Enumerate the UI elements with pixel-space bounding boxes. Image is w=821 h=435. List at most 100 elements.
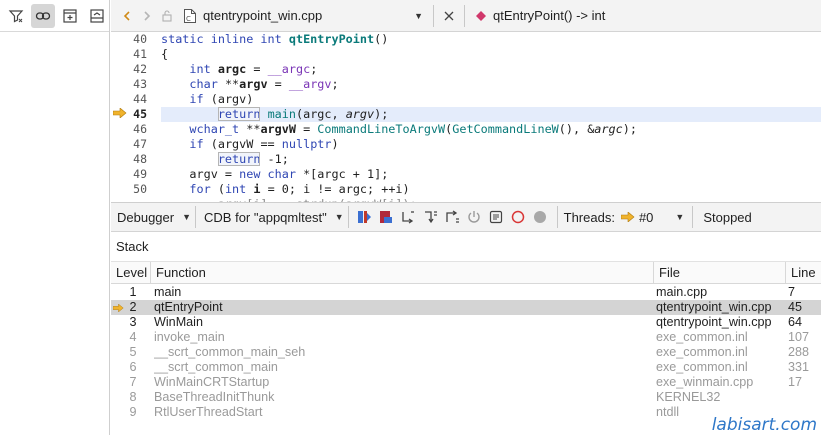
collapse-button[interactable] — [86, 4, 109, 28]
debug-engine-combo[interactable]: CDB for "appqmltest" ▼ — [200, 202, 344, 232]
add-split-button[interactable] — [59, 4, 82, 28]
debugger-toolbar: Debugger ▼ CDB for "appqmltest" ▼ Thread… — [111, 202, 821, 232]
frame-function: __scrt_common_main_seh — [154, 345, 306, 359]
close-icon — [444, 11, 454, 20]
stack-frame-row[interactable]: 7 WinMainCRTStartup exe_winmain.cpp 17 — [111, 375, 821, 390]
symbol-name: qtEntryPoint() -> int — [493, 8, 606, 23]
frame-line: 7 — [788, 285, 796, 299]
line-number: 40 — [133, 32, 147, 46]
frame-function: WinMainCRTStartup — [154, 375, 270, 389]
code-area[interactable]: static inline int qtEntryPoint() { int a… — [161, 32, 821, 202]
chevron-left-icon — [123, 10, 130, 21]
close-document-button[interactable] — [438, 4, 460, 28]
stack-frame-row[interactable]: 6 __scrt_common_main exe_common.inl 331 — [111, 360, 821, 375]
symbol-combo[interactable]: qtEntryPoint() -> int — [475, 8, 605, 23]
frame-function: BaseThreadInitThunk — [154, 390, 275, 404]
stack-frame-row[interactable]: 5 __scrt_common_main_seh exe_common.inl … — [111, 345, 821, 360]
left-toolbar — [0, 0, 109, 32]
step-over-icon — [401, 211, 414, 224]
code-line: if (argv) — [189, 92, 254, 106]
frame-function: qtEntryPoint — [154, 300, 223, 314]
file-name: qtentrypoint_win.cpp — [203, 8, 323, 23]
code-line: return -1; — [217, 152, 289, 166]
code-line: { — [161, 47, 169, 61]
frame-level: 9 — [129, 405, 137, 419]
line-number: 50 — [133, 182, 147, 196]
collapse-icon — [90, 8, 104, 23]
toolbar-separator — [347, 206, 349, 228]
frame-level: 8 — [129, 390, 137, 404]
frame-function: main — [154, 285, 182, 299]
chevron-down-icon: ▼ — [182, 212, 192, 222]
open-documents-combo[interactable]: C qtentrypoint_win.cpp ▼ — [183, 0, 429, 32]
frame-file: exe_winmain.cpp — [656, 375, 754, 389]
operate-by-instruction-icon — [489, 210, 502, 224]
column-header-function[interactable]: Function — [151, 262, 654, 284]
stop-debugger-button[interactable] — [375, 205, 397, 229]
threads-combo[interactable]: #0 ▼ — [615, 202, 684, 232]
record-icon — [511, 210, 524, 224]
code-line: int argc = __argc; — [189, 62, 318, 76]
stack-table[interactable]: Level Function File Line 1 main main.cpp… — [111, 262, 821, 435]
stack-frame-row[interactable]: 1 main main.cpp 7 — [111, 285, 821, 300]
chevron-down-icon: ▼ — [675, 212, 685, 222]
editor-toolbar: C qtentrypoint_win.cpp ▼ qtEntryPoint() … — [111, 0, 821, 32]
step-out-icon — [445, 210, 459, 223]
threads-label: Threads: — [563, 209, 615, 225]
continue-icon — [357, 211, 371, 223]
toolbar-separator — [433, 4, 434, 27]
code-line: for (int i = 0; i != argc; ++i) — [189, 182, 410, 196]
frame-function: invoke_main — [154, 330, 225, 344]
arrow-right-icon — [620, 212, 635, 222]
restart-button[interactable] — [463, 205, 485, 229]
thread-value: #0 — [638, 209, 654, 225]
column-header-line[interactable]: Line — [786, 262, 821, 284]
link-button[interactable] — [31, 3, 55, 28]
step-out-button[interactable] — [441, 205, 463, 229]
record-button[interactable] — [507, 205, 529, 229]
line-number-gutter[interactable]: 40 41 42 43 44 45 46 47 48 49 50 — [111, 32, 153, 202]
lock-button[interactable] — [157, 4, 177, 28]
frame-file: qtentrypoint_win.cpp — [656, 300, 772, 314]
filter-icon — [8, 9, 23, 22]
breakpoint-toggle-button[interactable] — [529, 205, 551, 229]
unlock-icon — [162, 10, 172, 22]
frame-file: qtentrypoint_win.cpp — [656, 315, 772, 329]
reverse-step-button[interactable] — [485, 205, 507, 229]
toolbar-separator — [464, 4, 465, 27]
code-editor[interactable]: 40 41 42 43 44 45 46 47 48 49 50 static … — [111, 32, 821, 202]
function-symbol-icon — [476, 10, 486, 21]
frame-function: RtlUserThreadStart — [154, 405, 263, 419]
column-header-file[interactable]: File — [654, 262, 786, 284]
line-number: 44 — [133, 92, 147, 106]
debug-engine-label: CDB for "appqmltest" — [204, 209, 327, 225]
chevron-right-icon — [144, 10, 151, 21]
toolbar-separator — [556, 206, 558, 228]
frame-line: 64 — [788, 315, 803, 329]
code-line: wchar_t **argvW = CommandLineToArgvW(Get… — [189, 122, 637, 136]
circle-icon — [533, 211, 546, 223]
debugger-view-combo[interactable]: Debugger ▼ — [111, 202, 191, 232]
stack-frame-row[interactable]: 8 BaseThreadInitThunk KERNEL32 — [111, 390, 821, 405]
toolbar-separator — [195, 206, 197, 228]
stack-frame-row[interactable]: 4 invoke_main exe_common.inl 107 — [111, 330, 821, 345]
debugger-status: Stopped — [703, 209, 752, 225]
column-header-level[interactable]: Level — [111, 262, 151, 284]
frame-level: 4 — [129, 330, 137, 344]
code-line: argv = new char *[argc + 1]; — [161, 167, 389, 181]
line-number: 49 — [133, 167, 147, 181]
svg-text:C: C — [186, 15, 191, 23]
step-over-button[interactable] — [397, 205, 419, 229]
navigate-forward-button[interactable] — [137, 4, 157, 28]
filter-button[interactable] — [4, 4, 27, 28]
step-into-button[interactable] — [419, 205, 441, 229]
navigate-back-button[interactable] — [117, 4, 137, 28]
frame-function: WinMain — [154, 315, 203, 329]
frame-line: 288 — [788, 345, 810, 359]
continue-button[interactable] — [353, 205, 375, 229]
stack-frame-row-selected[interactable]: 2 qtEntryPoint qtentrypoint_win.cpp 45 — [111, 300, 821, 315]
toolbar-separator — [692, 206, 694, 228]
frame-level: 6 — [129, 360, 137, 374]
stack-frame-row[interactable]: 3 WinMain qtentrypoint_win.cpp 64 — [111, 315, 821, 330]
frame-file: exe_common.inl — [656, 360, 748, 374]
